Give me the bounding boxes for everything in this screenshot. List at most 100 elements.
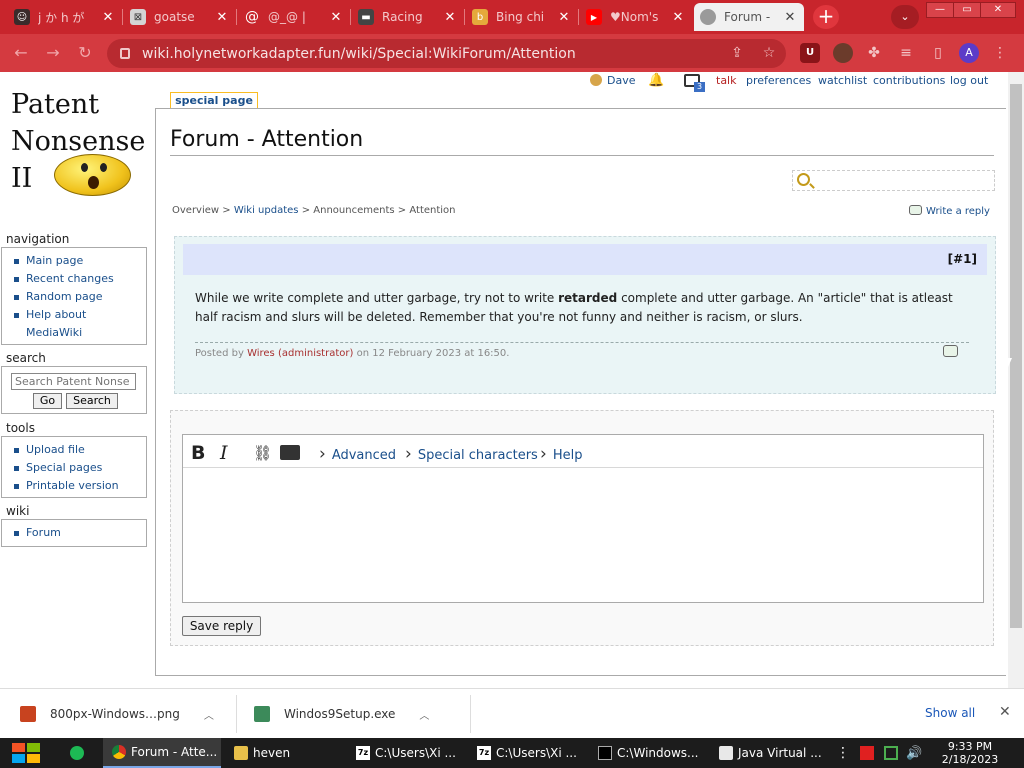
tab-favicon-icon: ☺	[14, 9, 30, 25]
nav-item-random-page[interactable]: Random page	[12, 288, 146, 306]
taskbar-item-7zip-2[interactable]: 7z C:\Users\Xi ...	[468, 738, 586, 768]
window-minimize-button[interactable]: —	[926, 2, 954, 18]
quote-reply-icon[interactable]	[943, 345, 958, 357]
go-button[interactable]: Go	[33, 393, 62, 409]
media-queue-icon[interactable]: ≡	[896, 43, 916, 63]
download-item-2[interactable]: Windos9Setup.exe ︿	[254, 689, 454, 739]
address-url[interactable]: wiki.holynetworkadapter.fun/wiki/Special…	[142, 46, 576, 62]
tools-printable-version[interactable]: Printable version	[12, 477, 146, 495]
browser-tab-active[interactable]: Forum - ✕	[694, 3, 804, 31]
post-author-role: (administrator)	[277, 348, 354, 359]
close-downloads-icon[interactable]: ✕	[999, 704, 1011, 720]
taskbar-item-java[interactable]: Java Virtual ...	[710, 738, 828, 768]
browser-tab-5[interactable]: b Bing chi ✕	[466, 3, 578, 31]
forward-arrow-icon[interactable]: →	[42, 42, 64, 64]
tab-close-icon[interactable]: ✕	[442, 10, 458, 25]
chevron-up-icon[interactable]: ︿	[419, 707, 429, 722]
nav-item-help-cont[interactable]: MediaWiki	[12, 324, 146, 342]
talk-link[interactable]: talk	[716, 74, 736, 87]
spotify-icon[interactable]	[70, 738, 92, 768]
special-page-tab[interactable]: special page	[170, 92, 258, 109]
preferences-link[interactable]: preferences	[746, 74, 811, 87]
browser-tab-2[interactable]: ⊠ goatse ✕	[124, 3, 236, 31]
taskbar-item-browser[interactable]: Forum - Atte...	[103, 738, 221, 768]
reply-editor[interactable]: B I ⛓ Advanced Special characters Help	[182, 434, 984, 603]
help-tab[interactable]: Help	[540, 444, 583, 464]
user-link[interactable]: Dave	[607, 74, 636, 87]
tab-close-icon[interactable]: ✕	[328, 10, 344, 25]
tab-close-icon[interactable]: ✕	[782, 10, 798, 25]
browser-tab-3[interactable]: @ @_@ | ✕	[238, 3, 350, 31]
breadcrumb-announcements[interactable]: Announcements	[313, 205, 394, 216]
7zip-icon: 7z	[356, 746, 370, 760]
browser-menu-icon[interactable]: ⋮	[990, 43, 1010, 63]
show-all-downloads-link[interactable]: Show all	[925, 706, 975, 720]
link-icon[interactable]: ⛓	[253, 444, 272, 462]
contributions-link[interactable]: contributions	[873, 74, 945, 87]
browser-tab-6[interactable]: ▶ ♥Nom's ✕	[580, 3, 692, 31]
forum-search-input[interactable]	[792, 170, 995, 191]
download-item-1[interactable]: 800px-Windows…png ︿	[20, 689, 220, 739]
address-bar[interactable]: wiki.holynetworkadapter.fun/wiki/Special…	[107, 39, 786, 68]
tab-search-chevron-down-icon[interactable]: ⌄	[891, 5, 919, 29]
advanced-tab[interactable]: Advanced	[319, 444, 396, 464]
bookmark-star-icon[interactable]: ☆	[759, 43, 779, 63]
reload-icon[interactable]: ↻	[74, 42, 96, 64]
tab-close-icon[interactable]: ✕	[670, 10, 686, 25]
tab-close-icon[interactable]: ✕	[214, 10, 230, 25]
taskbar-item-folder[interactable]: heven	[225, 738, 343, 768]
browser-tab-1[interactable]: ☺ j か h が ✕	[8, 3, 122, 31]
tab-separator	[122, 9, 123, 25]
ublock-shield-icon[interactable]: U	[800, 43, 820, 63]
search-button[interactable]: Search	[66, 393, 118, 409]
side-panel-icon[interactable]: ▯	[928, 43, 948, 63]
bold-button[interactable]: B	[191, 442, 205, 464]
tools-special-pages[interactable]: Special pages	[12, 459, 146, 477]
network-tray-icon[interactable]	[884, 738, 900, 768]
taskbar-item-cmd[interactable]: C:\Windows...	[589, 738, 707, 768]
back-arrow-icon[interactable]: ←	[10, 42, 32, 64]
post-number[interactable]: [#1]	[948, 252, 977, 266]
nav-item-recent-changes[interactable]: Recent changes	[12, 270, 146, 288]
extensions-puzzle-icon[interactable]: ✤	[864, 43, 884, 63]
bell-icon[interactable]: 🔔	[648, 73, 664, 88]
logout-link[interactable]: log out	[950, 74, 988, 87]
bing-icon: b	[472, 9, 488, 25]
nav-item-help[interactable]: Help about	[12, 306, 146, 324]
save-reply-button[interactable]: Save reply	[182, 616, 261, 636]
window-close-button[interactable]: ✕	[980, 2, 1016, 18]
window-restore-button[interactable]: ▭	[953, 2, 981, 18]
image-icon[interactable]	[280, 445, 300, 460]
nav-item-main-page[interactable]: Main page	[12, 252, 146, 270]
watchlist-link[interactable]: watchlist	[818, 74, 867, 87]
tab-close-icon[interactable]: ✕	[556, 10, 572, 25]
share-icon[interactable]: ⇪	[727, 43, 747, 63]
breadcrumb-overview[interactable]: Overview	[172, 205, 219, 216]
taskbar-label: Forum - Atte...	[131, 745, 218, 759]
volume-tray-icon[interactable]: 🔊	[906, 738, 922, 768]
wiki-search-input[interactable]	[11, 373, 136, 390]
profile-avatar[interactable]: A	[959, 43, 979, 63]
chevron-up-icon[interactable]: ︿	[204, 707, 214, 722]
browser-tab-4[interactable]: ▬ Racing ✕	[352, 3, 464, 31]
breadcrumb-wiki-updates[interactable]: Wiki updates	[234, 205, 299, 216]
tools-upload-file[interactable]: Upload file	[12, 441, 146, 459]
windows-logo-icon	[12, 754, 25, 763]
italic-button[interactable]: I	[220, 442, 228, 464]
flag-tray-icon[interactable]	[860, 738, 876, 768]
post-author-link[interactable]: Wires	[247, 348, 275, 359]
write-reply-link[interactable]: Write a reply	[909, 205, 990, 217]
tools-heading: tools	[6, 421, 35, 435]
tab-separator	[350, 9, 351, 25]
new-tab-button[interactable]: +	[813, 5, 839, 29]
extension-avatar-icon[interactable]	[833, 43, 853, 63]
tab-close-icon[interactable]: ✕	[100, 10, 116, 25]
taskbar-clock[interactable]: 9:33 PM 2/18/2023	[938, 740, 1002, 766]
wiki-item-forum[interactable]: Forum	[12, 524, 146, 542]
special-characters-tab[interactable]: Special characters	[405, 444, 538, 464]
scrollbar-thumb[interactable]	[1010, 84, 1022, 628]
reply-textarea[interactable]	[183, 469, 983, 602]
taskbar-item-7zip-1[interactable]: 7z C:\Users\Xi ...	[347, 738, 465, 768]
start-button[interactable]	[10, 738, 44, 768]
tray-overflow-icon[interactable]: ⋮	[836, 738, 848, 768]
